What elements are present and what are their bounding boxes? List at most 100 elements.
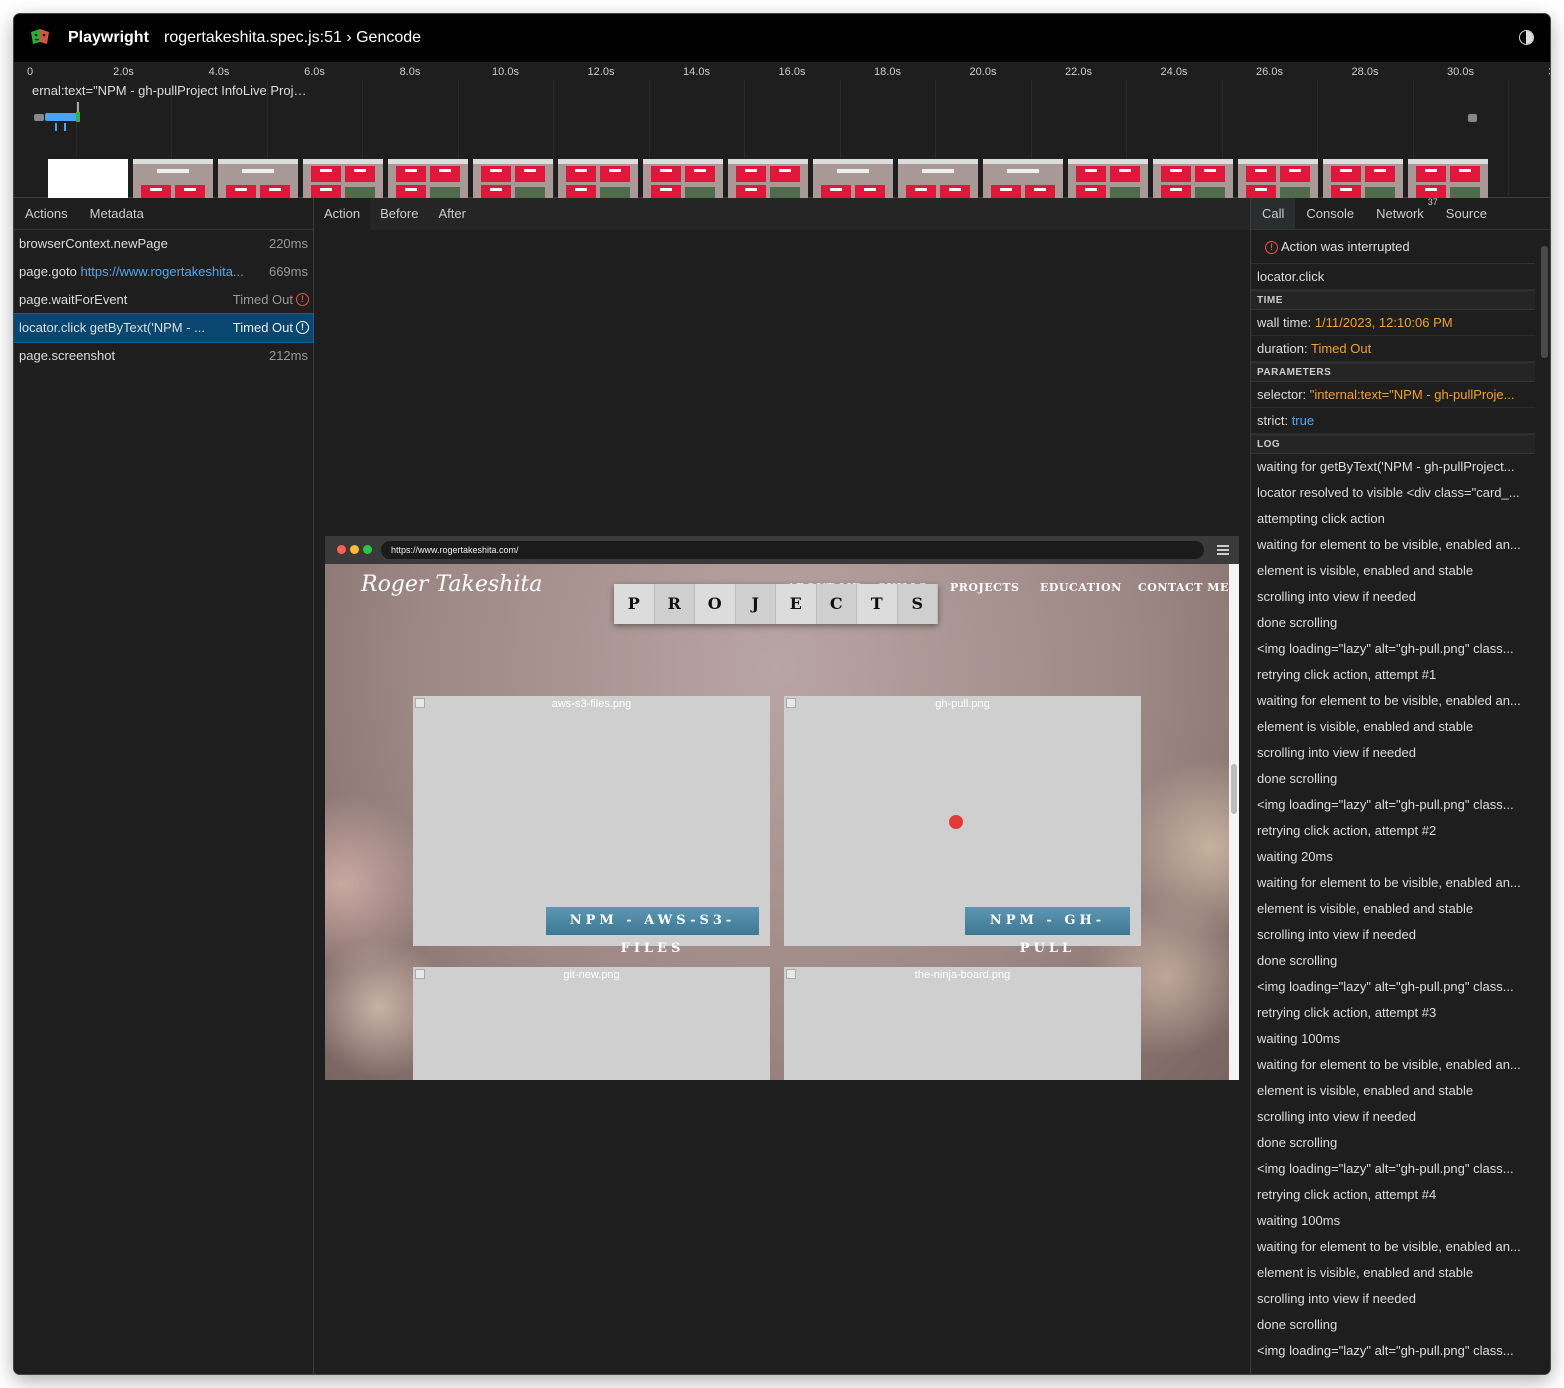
log-line: retrying click action, attempt #3: [1257, 1005, 1437, 1020]
project-card[interactable]: the-ninja-board.png: [784, 967, 1141, 1080]
filmstrip-thumbnail[interactable]: [643, 159, 723, 203]
timeline-bar[interactable]: [76, 112, 80, 122]
log-line: scrolling into view if needed: [1257, 745, 1416, 760]
npm-aws-s3-files-button[interactable]: NPM - AWS-S3-FILES: [546, 907, 759, 956]
trace-title: rogertakeshita.spec.js:51 › Gencode: [164, 29, 422, 46]
log-line: waiting for getByText('NPM - gh-pullProj…: [1257, 459, 1515, 474]
strict-value: true: [1291, 413, 1315, 428]
tab-before[interactable]: Before: [370, 198, 428, 230]
snapshot-scrollbar[interactable]: [1229, 564, 1239, 1080]
log-line: retrying click action, attempt #1: [1257, 667, 1437, 682]
filmstrip-thumbnail[interactable]: [558, 159, 638, 203]
tab-source[interactable]: Source: [1435, 198, 1498, 229]
trace-viewer-window: Playwright rogertakeshita.spec.js:51 › G…: [14, 14, 1550, 1374]
tab-actions[interactable]: Actions: [14, 198, 79, 229]
menu-icon[interactable]: [1217, 545, 1229, 555]
snapshot-browser: https://www.rogertakeshita.com/ Roger Ta…: [325, 536, 1239, 1080]
tab-call[interactable]: Call: [1251, 198, 1296, 229]
log-line: element is visible, enabled and stable: [1257, 563, 1474, 578]
maximize-dot-icon: [363, 545, 372, 554]
filmstrip-thumbnail[interactable]: [473, 159, 553, 203]
filmstrip-thumbnail[interactable]: [388, 159, 468, 203]
snapshot-url[interactable]: https://www.rogertakeshita.com/: [381, 541, 1204, 559]
project-card[interactable]: aws-s3-files.png NPM - AWS-S3-FILES: [413, 696, 770, 956]
timeline-tick-label: 4.0s: [208, 66, 230, 78]
snapshot-page[interactable]: Roger Takeshita ABOUT ME SKILLS PROJECTS…: [325, 564, 1229, 1080]
action-name: browserContext.newPage: [19, 236, 168, 251]
details-scrollbar[interactable]: [1541, 246, 1548, 358]
timeline-tick-label: 24.0s: [1160, 66, 1188, 78]
log-line: locator resolved to visible <div class="…: [1257, 485, 1520, 500]
log-line: element is visible, enabled and stable: [1257, 901, 1474, 916]
project-card[interactable]: git-new.png: [413, 967, 770, 1080]
timeline[interactable]: 0 2.0s 4.0s 6.0s 8.0s 10.0s 12.0s 14.0s 16.0s 18.…: [14, 62, 1550, 203]
nav-contact-me[interactable]: CONTACT ME: [1138, 581, 1229, 594]
log-line: done scrolling: [1257, 1317, 1338, 1332]
heading-tile: R: [654, 584, 695, 624]
network-label: Network: [1376, 206, 1424, 221]
log-line: waiting 100ms: [1257, 1031, 1341, 1046]
timeline-tick-label: 26.0s: [1256, 66, 1283, 78]
filmstrip-thumbnail[interactable]: [1408, 159, 1488, 203]
action-name: page.goto: [19, 264, 77, 279]
snapshot-panel: Action Before After https://www.rogertak…: [314, 198, 1250, 1374]
tab-action[interactable]: Action: [314, 198, 371, 230]
filmstrip-thumbnail[interactable]: [1068, 159, 1148, 203]
nav-education[interactable]: EDUCATION: [1040, 581, 1122, 594]
app-title: Playwright: [68, 29, 149, 46]
log-line: element is visible, enabled and stable: [1257, 719, 1474, 734]
time-section-header: TIME: [1251, 290, 1535, 310]
log-list: waiting for getByText('NPM - gh-pullProj…: [1251, 454, 1550, 1364]
filmstrip-thumbnail[interactable]: [218, 159, 298, 203]
image-alt-text: git-new.png: [563, 969, 620, 981]
filmstrip-thumbnail[interactable]: [48, 159, 128, 203]
tab-after[interactable]: After: [428, 198, 475, 230]
filmstrip[interactable]: [48, 159, 1488, 203]
timeline-tick-label: 16.0s: [778, 66, 806, 78]
log-line: waiting for element to be visible, enabl…: [1257, 1239, 1521, 1254]
filmstrip-thumbnail[interactable]: [898, 159, 978, 203]
tab-metadata[interactable]: Metadata: [79, 198, 155, 229]
details-panel: Call Console Network 37 Source ! Action w…: [1250, 198, 1550, 1374]
filmstrip-thumbnail[interactable]: [813, 159, 893, 203]
theme-toggle-icon[interactable]: [1519, 30, 1534, 45]
action-item[interactable]: page.waitForEvent Timed Out !: [14, 286, 313, 314]
duration-row: duration: Timed Out: [1251, 336, 1535, 362]
title-bar: Playwright rogertakeshita.spec.js:51 › G…: [14, 14, 1550, 62]
timeline-tick-label: 6.0s: [304, 66, 325, 78]
timeline-bar[interactable]: [1468, 114, 1477, 122]
tab-console[interactable]: Console: [1295, 198, 1365, 229]
filmstrip-thumbnail[interactable]: [1238, 159, 1318, 203]
action-status: Timed Out: [232, 292, 293, 307]
npm-gh-pull-button[interactable]: NPM - GH-PULL: [965, 907, 1130, 956]
log-line: attempting click action: [1257, 511, 1385, 526]
filmstrip-thumbnail[interactable]: [1153, 159, 1233, 203]
filmstrip-thumbnail[interactable]: [303, 159, 383, 203]
filmstrip-thumbnail[interactable]: [1323, 159, 1403, 203]
site-logo[interactable]: Roger Takeshita: [361, 572, 542, 597]
timeline-bar[interactable]: [45, 113, 77, 121]
action-list: browserContext.newPage 220ms page.goto h…: [14, 230, 314, 370]
timeline-tick-label: 22.0s: [1065, 66, 1092, 78]
action-item[interactable]: page.goto https://www.rogertakeshita... …: [14, 258, 313, 286]
nav-projects[interactable]: PROJECTS: [950, 581, 1019, 594]
wall-time-label: wall time:: [1257, 315, 1312, 330]
log-line: retrying click action, attempt #2: [1257, 823, 1437, 838]
selector-value: "internal:text="NPM - gh-pullProje...: [1309, 387, 1515, 402]
filmstrip-thumbnail[interactable]: [728, 159, 808, 203]
timeline-bar[interactable]: [34, 114, 44, 121]
action-item[interactable]: browserContext.newPage 220ms: [14, 230, 313, 258]
timeline-tick-label: 2.0s: [113, 66, 134, 78]
tab-network[interactable]: Network 37: [1365, 198, 1438, 229]
log-line: <img loading="lazy" alt="gh-pull.png" cl…: [1257, 1161, 1514, 1176]
filmstrip-thumbnail[interactable]: [983, 159, 1063, 203]
timeline-tick-label: 20.0s: [969, 66, 997, 78]
filmstrip-thumbnail[interactable]: [133, 159, 213, 203]
log-line: element is visible, enabled and stable: [1257, 1265, 1474, 1280]
action-duration: 220ms: [268, 236, 308, 251]
action-item-selected[interactable]: locator.click getByText('NPM - ... Timed…: [14, 313, 314, 343]
image-alt-text: gh-pull.png: [935, 698, 990, 710]
browser-toolbar: https://www.rogertakeshita.com/: [325, 536, 1239, 564]
action-item[interactable]: page.screenshot 212ms: [14, 342, 313, 370]
parameters-section-header: PARAMETERS: [1251, 362, 1535, 382]
